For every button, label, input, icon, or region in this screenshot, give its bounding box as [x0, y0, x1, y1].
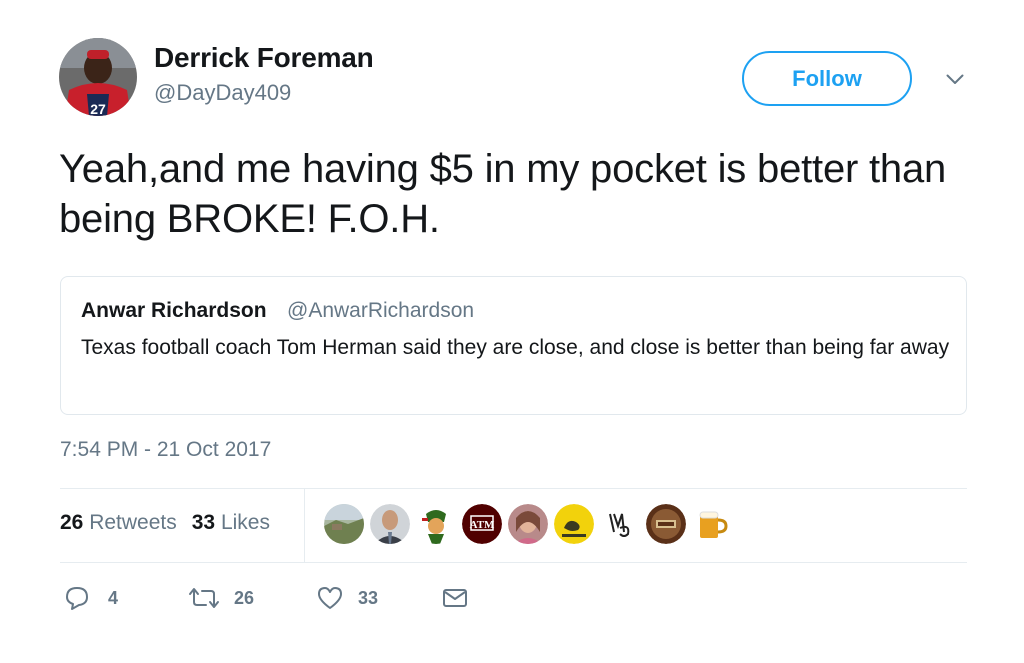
retweets-stat[interactable]: 26 Retweets: [60, 511, 177, 535]
liker-avatar-6[interactable]: [554, 504, 594, 544]
stats-divider: [304, 489, 305, 562]
liker-avatar-2[interactable]: [370, 504, 410, 544]
likes-stat[interactable]: 33 Likes: [192, 511, 270, 535]
direct-message-button[interactable]: [442, 587, 468, 609]
tweet-timestamp[interactable]: 7:54 PM - 21 Oct 2017: [60, 438, 271, 462]
retweets-label: Retweets: [89, 511, 177, 534]
follow-button[interactable]: Follow: [742, 51, 912, 106]
quoted-tweet-text: Texas football coach Tom Herman said the…: [81, 336, 950, 359]
retweet-button[interactable]: 26: [188, 586, 254, 610]
reply-button[interactable]: 4: [64, 585, 118, 611]
tweet-text: Yeah,and me having $5 in my pocket is be…: [59, 147, 947, 241]
liker-avatar-5[interactable]: [508, 504, 548, 544]
liker-avatar-1[interactable]: [324, 504, 364, 544]
retweet-count: 26: [234, 587, 255, 608]
author-handle[interactable]: @DayDay409: [154, 80, 291, 106]
chevron-down-icon[interactable]: [942, 68, 968, 90]
quoted-author-handle: @AnwarRichardson: [287, 299, 475, 322]
liker-avatar-9[interactable]: [692, 504, 732, 544]
divider-top: [60, 488, 967, 489]
quoted-tweet[interactable]: Anwar Richardson @AnwarRichardson Texas …: [60, 276, 967, 415]
retweets-count: 26: [60, 511, 84, 534]
svg-text:27: 27: [90, 101, 106, 116]
tweet-actions: 4 26 33: [64, 585, 468, 611]
like-button[interactable]: 33: [316, 585, 378, 611]
author-name[interactable]: Derrick Foreman: [154, 42, 374, 74]
heart-icon: [316, 585, 344, 611]
likes-label: Likes: [220, 511, 270, 534]
author-avatar[interactable]: 27: [59, 38, 137, 116]
like-count: 33: [358, 587, 379, 608]
avatar-image: 27: [59, 38, 137, 116]
liker-avatar-4[interactable]: ATM: [462, 504, 502, 544]
envelope-icon: [442, 587, 468, 609]
reply-count: 4: [108, 587, 119, 608]
liker-avatar-3[interactable]: [416, 504, 456, 544]
liker-avatar-7[interactable]: [600, 504, 640, 544]
divider-bottom: [60, 562, 967, 563]
tweet-stats: 26 Retweets 33 Likes: [60, 511, 270, 535]
liker-avatar-8[interactable]: [646, 504, 686, 544]
liker-avatars: ATM: [324, 504, 732, 544]
svg-text:ATM: ATM: [470, 519, 495, 531]
likes-count: 33: [191, 511, 216, 534]
retweet-icon: [188, 586, 220, 610]
reply-icon: [64, 585, 90, 611]
quoted-author-name: Anwar Richardson: [81, 299, 267, 322]
